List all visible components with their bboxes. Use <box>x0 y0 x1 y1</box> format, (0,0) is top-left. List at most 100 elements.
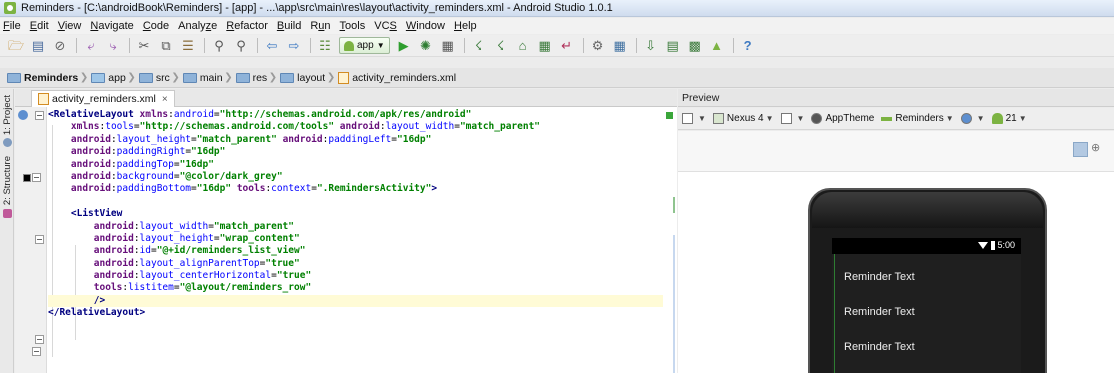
code-line[interactable]: tools:listitem="@layout/reminders_row" <box>48 282 663 294</box>
replace-icon[interactable]: ⚲ <box>233 38 249 54</box>
device-monitor-icon[interactable]: ▤ <box>665 38 681 54</box>
menu-item-view[interactable]: View <box>58 20 82 32</box>
toolbar-separator <box>463 38 465 53</box>
sdk-download-icon[interactable]: ⇩ <box>643 38 659 54</box>
fold-icon[interactable] <box>35 235 44 244</box>
code-line[interactable]: </RelativeLayout> <box>48 307 663 319</box>
copy-icon[interactable]: ⧉ <box>158 38 174 54</box>
code-line[interactable]: /> <box>48 294 663 308</box>
breadcrumb-item[interactable]: main <box>179 70 232 86</box>
locale-select[interactable]: ▼ <box>960 113 985 124</box>
menu-item-analyze[interactable]: Analyze <box>178 20 217 32</box>
toolbar-separator <box>76 38 77 53</box>
device-screen: 5:00 Reminder Text Reminder Text Reminde… <box>832 238 1021 373</box>
breadcrumb-item[interactable]: activity_reminders.xml <box>334 70 465 86</box>
menu-item-window[interactable]: Window <box>406 20 445 32</box>
menu-item-file[interactable]: File <box>3 20 21 32</box>
list-edge-marker <box>834 254 835 373</box>
folder-icon <box>280 72 295 83</box>
code-line[interactable]: android:layout_height="wrap_content" <box>48 233 663 245</box>
code-line[interactable]: android:layout_height="match_parent" and… <box>48 134 663 146</box>
zoom-in-icon[interactable]: ⊕ <box>1091 142 1103 154</box>
layout-file-menu[interactable]: ▼ <box>682 113 706 124</box>
settings-icon[interactable]: ⚙ <box>590 38 606 54</box>
sync-gradle-icon[interactable]: ⌂ <box>515 38 531 54</box>
menu-item-refactor[interactable]: Refactor <box>226 20 268 32</box>
menu-item-help[interactable]: Help <box>454 20 477 32</box>
save-icon[interactable]: ▤ <box>30 38 46 54</box>
structure-tool-tab[interactable]: 2: Structure <box>0 151 14 223</box>
editor-tab-label: activity_reminders.xml <box>52 93 156 105</box>
gradle-icon[interactable]: ▩ <box>687 38 703 54</box>
vcs-icon[interactable]: ↵ <box>559 38 575 54</box>
back-icon[interactable]: ⇦ <box>264 38 280 54</box>
code-line[interactable]: android:paddingTop="16dp" <box>48 159 663 171</box>
sdk-manager-icon[interactable]: ☇ <box>471 38 487 54</box>
make-project-icon[interactable]: ☷ <box>317 38 333 54</box>
menu-item-run[interactable]: Run <box>310 20 330 32</box>
sync-icon[interactable]: ⊘ <box>52 38 68 54</box>
code-line[interactable]: <RelativeLayout xmlns:android="http://sc… <box>48 109 663 121</box>
api-level-select[interactable]: 21 ▼ <box>991 113 1027 124</box>
attach-debugger-icon[interactable]: ▦ <box>440 38 456 54</box>
monitor-icon[interactable]: ▦ <box>537 38 553 54</box>
fold-icon[interactable] <box>35 111 44 120</box>
code-line[interactable]: android:layout_width="match_parent" <box>48 221 663 233</box>
code-line[interactable]: android:layout_alignParentTop="true" <box>48 258 663 270</box>
orientation-select[interactable]: ▼ <box>780 113 804 124</box>
undo-icon[interactable]: ⤶ <box>83 38 99 54</box>
code-line[interactable]: android:id="@+id/reminders_list_view" <box>48 245 663 257</box>
cut-icon[interactable]: ✂ <box>136 38 152 54</box>
help-icon[interactable]: ? <box>740 38 756 54</box>
project-structure-icon[interactable]: ▦ <box>612 38 628 54</box>
breadcrumb-item[interactable]: layout <box>276 70 335 86</box>
menu-item-edit[interactable]: Edit <box>30 20 49 32</box>
run-configuration-select[interactable]: app ▼ <box>339 37 390 54</box>
xml-file-icon <box>38 93 49 105</box>
redo-icon[interactable]: ⤷ <box>105 38 121 54</box>
code-line[interactable] <box>48 196 663 208</box>
orientation-icon <box>780 113 792 124</box>
menu-item-code[interactable]: Code <box>143 20 169 32</box>
run-icon[interactable]: ▶ <box>396 38 412 54</box>
code-line[interactable]: android:layout_centerHorizontal="true" <box>48 270 663 282</box>
project-tool-tab[interactable]: 1: Project <box>0 93 14 149</box>
tab-activity-reminders-xml[interactable]: activity_reminders.xml × <box>31 90 175 107</box>
device-select[interactable]: Nexus 4 ▼ <box>712 113 774 124</box>
breadcrumb-label: app <box>108 71 126 84</box>
find-icon[interactable]: ⚲ <box>211 38 227 54</box>
breadcrumb-item[interactable]: app <box>87 70 135 86</box>
menu-item-build[interactable]: Build <box>277 20 301 32</box>
activity-select[interactable]: Reminders ▼ <box>881 113 954 124</box>
android-monitor-icon[interactable]: ▲ <box>709 38 725 54</box>
code-line[interactable]: <ListView <box>48 208 663 220</box>
close-icon[interactable]: × <box>162 94 168 105</box>
activity-label: Reminders <box>895 113 944 124</box>
breadcrumb-item[interactable]: Reminders <box>3 70 89 86</box>
theme-icon <box>811 113 823 124</box>
menu-bar: File Edit View Navigate Code Analyze Refactor B… <box>0 18 1114 34</box>
code-area[interactable]: <RelativeLayout xmlns:android="http://sc… <box>48 109 663 320</box>
code-line[interactable]: android:paddingBottom="16dp" tools:conte… <box>48 183 663 195</box>
zoom-to-fit-icon[interactable] <box>1073 142 1088 157</box>
breadcrumb-item[interactable]: res <box>232 70 277 86</box>
debug-icon[interactable]: ✺ <box>418 38 434 54</box>
device-label: Nexus 4 <box>726 113 764 124</box>
code-editor[interactable]: <RelativeLayout xmlns:android="http://sc… <box>15 107 677 373</box>
menu-item-tools[interactable]: Tools <box>340 20 366 32</box>
menu-item-navigate[interactable]: Navigate <box>90 20 133 32</box>
open-icon[interactable]: 🗁 <box>8 38 24 54</box>
fold-icon[interactable] <box>32 347 41 356</box>
breadcrumb-item[interactable]: src <box>135 70 180 86</box>
code-line[interactable]: android:paddingRight="16dp" <box>48 146 663 158</box>
menu-item-vcs[interactable]: VCS <box>374 20 397 32</box>
code-line[interactable]: xmlns:tools="http://schemas.android.com/… <box>48 121 663 133</box>
code-line[interactable]: android:background="@color/dark_grey" <box>48 171 663 183</box>
document-icon <box>682 113 693 124</box>
fold-icon[interactable] <box>35 335 44 344</box>
avd-manager-icon[interactable]: ☇ <box>493 38 509 54</box>
paste-icon[interactable]: ☰ <box>180 38 196 54</box>
fold-icon[interactable] <box>32 173 41 182</box>
forward-icon[interactable]: ⇨ <box>286 38 302 54</box>
theme-select[interactable]: AppTheme <box>811 113 874 124</box>
